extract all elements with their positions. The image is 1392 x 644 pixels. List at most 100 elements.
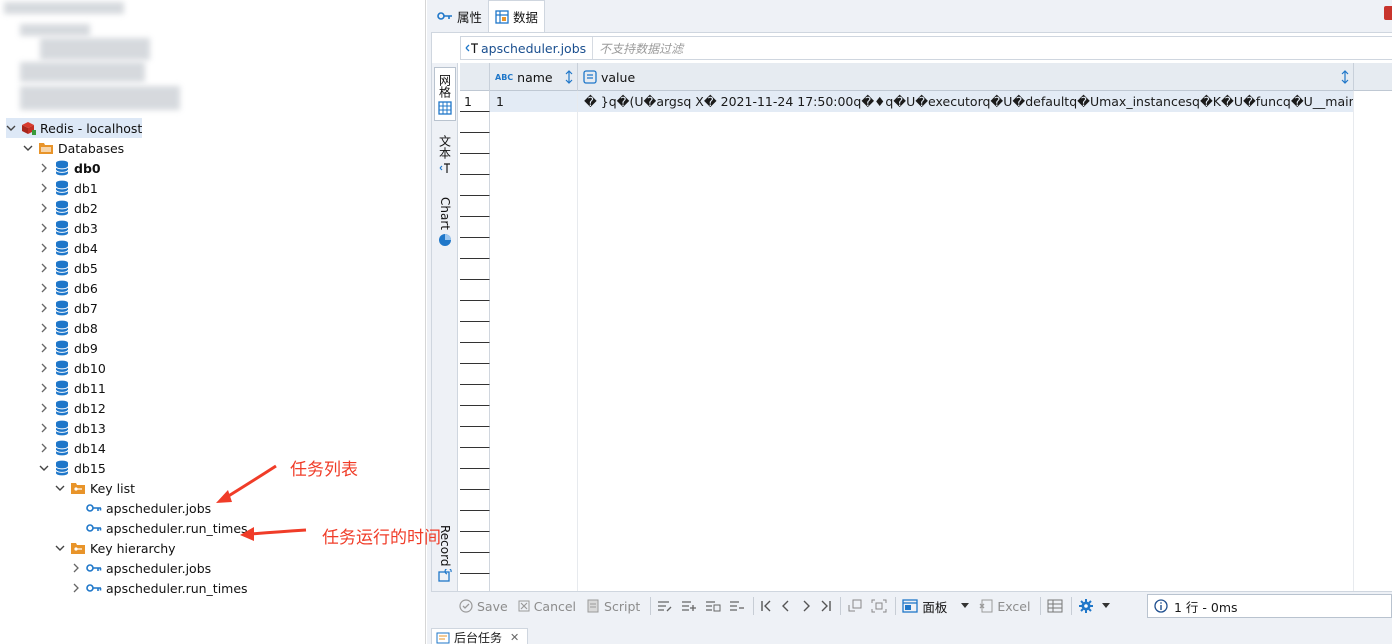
tree-key-hierarchy-folder[interactable]: Key hierarchy	[54, 538, 176, 558]
empty-cell	[578, 427, 1354, 448]
column-header-value[interactable]: value	[578, 63, 1354, 91]
layout-icon[interactable]	[1047, 599, 1063, 613]
first-page-icon[interactable]	[760, 599, 772, 613]
chevron-down-icon[interactable]	[38, 462, 50, 474]
tree-database-item[interactable]: db4	[38, 238, 98, 258]
tree-database-item[interactable]: db11	[38, 378, 106, 398]
tree-database-item[interactable]: db8	[38, 318, 98, 338]
chevron-down-icon[interactable]	[6, 122, 16, 134]
tree-key-item[interactable]: apscheduler.jobs	[70, 558, 211, 578]
previous-page-icon[interactable]	[780, 599, 792, 613]
save-button[interactable]: Save	[459, 599, 508, 614]
tab-properties[interactable]: 属性	[431, 0, 488, 32]
tree-database-item[interactable]: db10	[38, 358, 106, 378]
tree-database-item[interactable]: db9	[38, 338, 98, 358]
empty-cell	[578, 343, 1354, 364]
tree-database-item[interactable]: db0	[38, 158, 101, 178]
tab-label: 数据	[513, 10, 539, 25]
last-page-icon[interactable]	[820, 599, 832, 613]
tree-database-item[interactable]: db6	[38, 278, 98, 298]
empty-row	[460, 427, 1392, 448]
chevron-down-icon[interactable]	[961, 603, 970, 609]
fetch-next-icon[interactable]	[847, 599, 863, 613]
chevron-down-icon[interactable]	[1102, 603, 1111, 609]
chevron-right-icon[interactable]	[38, 242, 50, 254]
tree-database-item[interactable]: db13	[38, 418, 106, 438]
tab-background-tasks[interactable]: 后台任务 ✕	[431, 628, 529, 644]
chevron-right-icon[interactable]	[38, 442, 50, 454]
side-tab-text[interactable]: 文本	[434, 129, 456, 183]
tree-database-item[interactable]: db14	[38, 438, 106, 458]
annotation-task-list: 任务列表	[290, 460, 358, 480]
tab-data[interactable]: 数据	[488, 0, 546, 32]
chevron-right-icon[interactable]	[70, 562, 82, 574]
tree-database-item[interactable]: db15	[38, 458, 106, 478]
database-label: db2	[74, 200, 98, 216]
empty-cell	[578, 217, 1354, 238]
chevron-down-icon[interactable]	[22, 142, 34, 154]
chevron-right-icon[interactable]	[38, 262, 50, 274]
tree-connection[interactable]: Redis - localhost	[6, 118, 142, 138]
close-icon[interactable]: ✕	[510, 631, 519, 644]
tree-database-item[interactable]: db7	[38, 298, 98, 318]
side-tab-chart[interactable]: Chart	[434, 191, 456, 249]
add-row-icon[interactable]	[681, 599, 697, 613]
annotation-task-run-time: 任务运行的时间	[322, 528, 441, 548]
tree-databases-folder[interactable]: Databases	[22, 138, 124, 158]
chevron-right-icon[interactable]	[38, 362, 50, 374]
panels-button[interactable]: 面板	[902, 597, 970, 616]
database-icon	[54, 220, 70, 236]
cell-name[interactable]: 1	[490, 91, 578, 112]
tree-database-item[interactable]: db12	[38, 398, 106, 418]
chevron-right-icon[interactable]	[38, 202, 50, 214]
chevron-right-icon[interactable]	[70, 582, 82, 594]
chevron-right-icon[interactable]	[38, 382, 50, 394]
edit-row-icon[interactable]	[657, 599, 673, 613]
toolbar-separator	[840, 597, 842, 615]
sort-icon[interactable]	[1341, 70, 1349, 84]
chevron-right-icon[interactable]	[38, 282, 50, 294]
copy-row-icon[interactable]	[705, 599, 721, 613]
tree-database-item[interactable]: db1	[38, 178, 98, 198]
side-tab-chart-label: Chart	[438, 197, 452, 230]
sort-icon[interactable]	[565, 70, 573, 84]
key-icon	[86, 500, 102, 516]
chevron-right-icon[interactable]	[38, 302, 50, 314]
tree-key-item[interactable]: apscheduler.run_times	[70, 578, 248, 598]
chevron-down-icon[interactable]	[54, 482, 66, 494]
chevron-right-icon[interactable]	[38, 162, 50, 174]
export-excel-button[interactable]: Excel	[979, 599, 1030, 614]
chevron-down-icon[interactable]	[54, 542, 66, 554]
script-button[interactable]: Script	[586, 599, 640, 614]
filter-placeholder[interactable]: 不支持数据过滤	[593, 40, 683, 57]
side-tab-grid[interactable]: 网格	[434, 67, 456, 121]
empty-row	[460, 385, 1392, 406]
tree-key-item[interactable]: apscheduler.jobs	[86, 498, 211, 518]
chevron-right-icon[interactable]	[38, 182, 50, 194]
panels-label: 面板	[922, 599, 948, 615]
tree-database-item[interactable]: db3	[38, 218, 98, 238]
chevron-right-icon[interactable]	[38, 342, 50, 354]
connection-label: Redis - localhost	[40, 120, 143, 136]
fetch-all-icon[interactable]	[871, 599, 887, 613]
tree-key-list-folder[interactable]: Key list	[54, 478, 135, 498]
filter-object[interactable]: apscheduler.jobs	[461, 37, 594, 59]
tree-key-item[interactable]: apscheduler.run_times	[86, 518, 248, 538]
empty-cell	[578, 469, 1354, 490]
column-header-name[interactable]: ABC name	[490, 63, 578, 91]
table-row[interactable]: 1 1 � }q�(U�argsq X� 2021-11-24 17:50:00…	[460, 91, 1392, 112]
gear-icon[interactable]	[1078, 598, 1094, 614]
tree-database-item[interactable]: db2	[38, 198, 98, 218]
chevron-right-icon[interactable]	[38, 322, 50, 334]
delete-row-icon[interactable]	[729, 599, 745, 613]
cancel-button[interactable]: Cancel	[518, 599, 576, 614]
empty-cell	[490, 301, 578, 322]
next-page-icon[interactable]	[800, 599, 812, 613]
abc-icon: ABC	[495, 72, 514, 82]
cell-value[interactable]: � }q�(U�argsq X� 2021-11-24 17:50:00q�♦q…	[578, 91, 1354, 112]
bottom-tab-label: 后台任务	[454, 631, 503, 644]
chevron-right-icon[interactable]	[38, 222, 50, 234]
chevron-right-icon[interactable]	[38, 422, 50, 434]
tree-database-item[interactable]: db5	[38, 258, 98, 278]
chevron-right-icon[interactable]	[38, 402, 50, 414]
